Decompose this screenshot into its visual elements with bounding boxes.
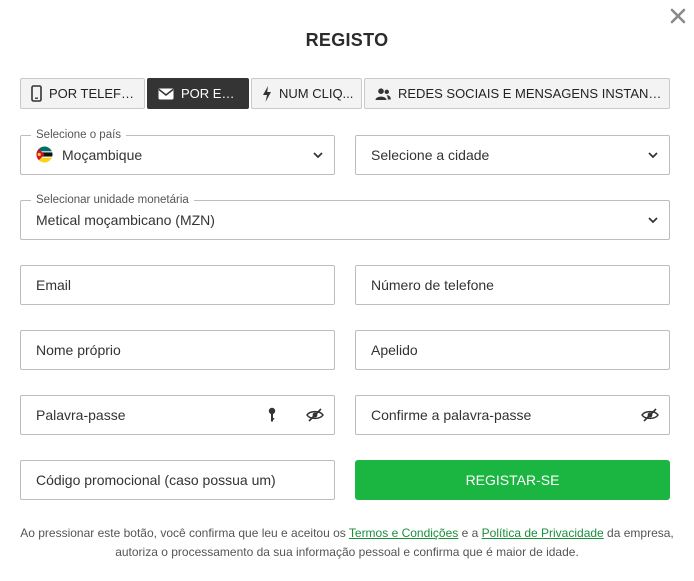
envelope-icon bbox=[158, 88, 174, 99]
tab-phone[interactable]: POR TELEFO... bbox=[20, 78, 145, 109]
tab-phone-label: POR TELEFO... bbox=[49, 86, 138, 101]
password-field[interactable]: Palavra-passe bbox=[20, 395, 335, 435]
dialog-title: REGISTO bbox=[305, 30, 389, 50]
last-name-field[interactable]: Apelido bbox=[355, 330, 670, 370]
legal-text-post: da empresa, bbox=[603, 526, 674, 540]
first-name-field[interactable]: Nome próprio bbox=[20, 330, 335, 370]
legal-text-mid: e a bbox=[458, 526, 482, 540]
city-select[interactable]: Selecione a cidade bbox=[355, 135, 670, 175]
legal-notice: Ao pressionar este botão, você confirma … bbox=[10, 524, 684, 562]
password-placeholder: Palavra-passe bbox=[36, 407, 126, 423]
email-placeholder: Email bbox=[36, 277, 72, 293]
phone-placeholder: Número de telefone bbox=[371, 277, 494, 293]
mozambique-flag-icon bbox=[36, 146, 53, 163]
confirm-password-field[interactable]: Confirme a palavra-passe bbox=[355, 395, 670, 435]
eye-off-icon[interactable] bbox=[641, 408, 659, 422]
promo-code-field[interactable]: Código promocional (caso possua um) bbox=[20, 460, 335, 500]
tab-social[interactable]: REDES SOCIAIS E MENSAGENS INSTANTÂN... bbox=[364, 78, 670, 109]
country-value: Moçambique bbox=[62, 147, 143, 163]
last-name-placeholder: Apelido bbox=[371, 342, 418, 358]
tab-one-click-label: NUM CLIQ... bbox=[279, 86, 354, 101]
key-icon[interactable] bbox=[268, 407, 276, 423]
terms-link[interactable]: Termos e Condições bbox=[349, 526, 458, 540]
tab-one-click[interactable]: NUM CLIQ... bbox=[251, 78, 362, 109]
tab-email-label: POR EM... bbox=[181, 86, 242, 101]
country-select[interactable]: Selecione o país Moçambique bbox=[20, 128, 335, 175]
email-field[interactable]: Email bbox=[20, 265, 335, 305]
users-icon bbox=[375, 87, 391, 100]
eye-off-icon[interactable] bbox=[306, 408, 324, 422]
legal-text-line2: autoriza o processamento da sua informaç… bbox=[115, 545, 579, 559]
phone-icon bbox=[31, 85, 42, 102]
close-icon[interactable] bbox=[668, 6, 688, 26]
chevron-down-icon bbox=[648, 217, 658, 224]
currency-select[interactable]: Selecionar unidade monetária Metical moç… bbox=[20, 193, 670, 240]
confirm-password-placeholder: Confirme a palavra-passe bbox=[371, 407, 532, 423]
legal-text-pre: Ao pressionar este botão, você confirma … bbox=[20, 526, 349, 540]
chevron-down-icon bbox=[313, 152, 323, 159]
first-name-placeholder: Nome próprio bbox=[36, 342, 121, 358]
chevron-down-icon bbox=[648, 152, 658, 159]
phone-field[interactable]: Número de telefone bbox=[355, 265, 670, 305]
lightning-icon bbox=[263, 85, 271, 102]
promo-code-placeholder: Código promocional (caso possua um) bbox=[36, 472, 276, 488]
register-button[interactable]: REGISTAR-SE bbox=[355, 460, 670, 500]
privacy-link[interactable]: Política de Privacidade bbox=[482, 526, 604, 540]
currency-value: Metical moçambicano (MZN) bbox=[36, 212, 215, 228]
tab-email[interactable]: POR EM... bbox=[147, 78, 249, 109]
city-placeholder: Selecione a cidade bbox=[371, 147, 490, 163]
tab-social-label: REDES SOCIAIS E MENSAGENS INSTANTÂN... bbox=[398, 86, 663, 101]
